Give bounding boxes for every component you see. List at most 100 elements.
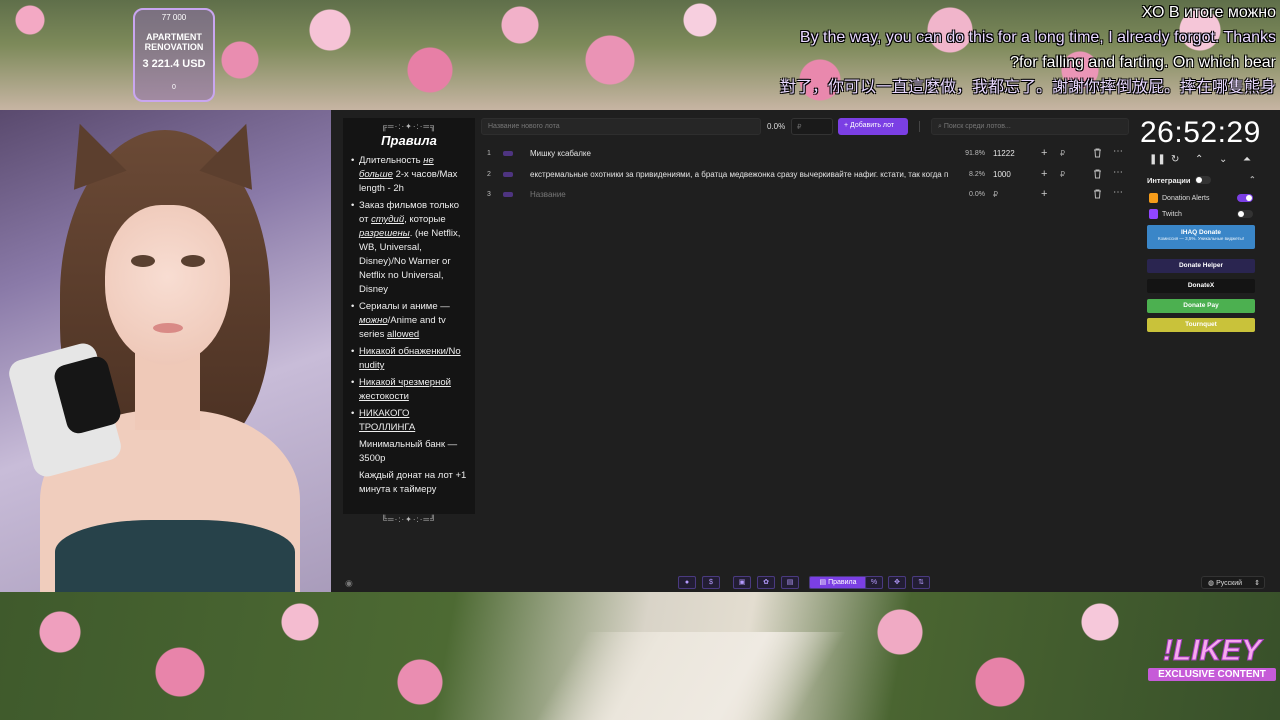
- donation-alerts-toggle[interactable]: [1237, 194, 1253, 202]
- lot-number: 1: [487, 150, 491, 157]
- double-chevron-up-icon[interactable]: ⏶: [1243, 154, 1251, 165]
- lips: [153, 323, 183, 333]
- rule-text: НИКАКОГО ТРОЛЛИНГА: [359, 408, 416, 433]
- chevron-down-icon[interactable]: ⌄: [1219, 154, 1227, 165]
- lot-amount[interactable]: 11222: [993, 149, 1033, 158]
- chevron-up-icon[interactable]: ⌃: [1249, 175, 1256, 184]
- lot-percent: 0.0%: [969, 191, 985, 198]
- search-placeholder: Поиск среди лотов...: [943, 123, 1011, 130]
- service-description: Комиссия — 3,5%. Уникальные виджеты!: [1157, 236, 1245, 241]
- rule-item: Никакой обнаженки/No nudity: [351, 345, 467, 373]
- rules-panel: ╔═·:·✦·:·═╗ Правила Длительность не боль…: [343, 118, 475, 524]
- rule-item: НИКАКОГО ТРОЛЛИНГА: [351, 407, 467, 435]
- lot-name[interactable]: Название: [530, 190, 956, 199]
- drag-handle-icon[interactable]: [503, 151, 513, 156]
- trash-icon[interactable]: [1093, 148, 1102, 158]
- flower-background-bottom: [0, 592, 1280, 720]
- rule-emphasis: можно: [359, 315, 388, 326]
- add-amount-icon[interactable]: +: [1041, 147, 1047, 159]
- new-lot-amount-input[interactable]: ₽: [791, 118, 833, 135]
- lot-percent: 8.2%: [969, 170, 985, 178]
- likey-watermark: !LIKEY EXCLUSIVE CONTENT: [1148, 635, 1276, 686]
- provider-twitch: Twitch: [1147, 209, 1257, 221]
- auction-timer: 26:52:29: [1140, 116, 1261, 149]
- trash-icon[interactable]: [1093, 189, 1102, 199]
- integrations-toggle[interactable]: [1195, 176, 1211, 184]
- more-options-icon[interactable]: ⋯: [1113, 187, 1123, 198]
- rule-text: Никакой чрезмерной жестокости: [359, 377, 451, 402]
- new-lot-percent: 0.0%: [767, 122, 786, 131]
- goal-target: 77 000: [161, 13, 187, 22]
- bottom-toolbar: ◉ ● $ ▣ ✿ ▤ ▤ Правила % ✥ ⇅ ◍ Русский ⇕: [331, 576, 1280, 590]
- donation-alerts-icon: [1149, 193, 1158, 203]
- rule-emphasis: разрешены: [359, 228, 410, 239]
- language-label: Русский: [1216, 580, 1243, 587]
- ihaq-donate-button[interactable]: IHAQ Donate Комиссия — 3,5%. Уникальные …: [1147, 225, 1255, 249]
- face: [105, 205, 230, 365]
- service-name: Donate Pay: [1183, 302, 1219, 309]
- divider: [919, 121, 920, 132]
- service-name: DonateX: [1187, 282, 1215, 289]
- wheel-icon[interactable]: ✿: [757, 576, 775, 589]
- rule-text: Сериалы и аниме —: [359, 301, 450, 312]
- tournquet-button[interactable]: Tournquet: [1147, 318, 1255, 332]
- add-amount-icon[interactable]: +: [1041, 188, 1047, 200]
- auction-app: ╔═·:·✦·:·═╗ Правила Длительность не боль…: [331, 110, 1280, 592]
- add-lot-button[interactable]: + Добавить лот: [838, 118, 908, 135]
- lot-currency: ₽: [1060, 149, 1066, 158]
- search-lots-input[interactable]: ⌕ Поиск среди лотов...: [931, 118, 1129, 135]
- donatex-button[interactable]: DonateX: [1147, 279, 1255, 293]
- lot-name[interactable]: екстремальные охотники за привидениями, …: [530, 170, 956, 179]
- rule-text: Каждый донат на лот +1 минута к таймеру: [359, 470, 467, 495]
- more-options-icon[interactable]: ⋯: [1113, 146, 1123, 157]
- github-icon[interactable]: ●: [678, 576, 696, 589]
- timer-controls: ❚❚ ↻ ⌃ ⌄ ⏶: [1147, 154, 1257, 168]
- lot-name[interactable]: Мишку ксабалке: [530, 149, 956, 158]
- new-lot-input[interactable]: Название нового лота: [481, 118, 761, 135]
- history-icon[interactable]: ▣: [733, 576, 751, 589]
- tab-rules[interactable]: ▤ Правила: [809, 576, 867, 589]
- rule-emphasis: allowed: [386, 329, 420, 340]
- rule-emphasis: студий: [371, 214, 405, 225]
- rules-decoration-bottom: ╚═·:·✦·:·═╝: [381, 515, 437, 524]
- rule-text: Никакой обнаженки/No nudity: [359, 346, 461, 371]
- stats-icon[interactable]: ▤: [781, 576, 799, 589]
- integrations-header: Интеграции ⌃: [1147, 175, 1256, 186]
- rule-item: Заказ фильмов только от студий, которые …: [351, 199, 467, 297]
- percent-icon[interactable]: %: [865, 576, 883, 589]
- goal-amount: 3 221.4 USD: [142, 58, 206, 70]
- reset-icon[interactable]: ↻: [1171, 154, 1179, 165]
- donate-pay-button[interactable]: Donate Pay: [1147, 299, 1255, 313]
- language-select[interactable]: ◍ Русский ⇕: [1201, 576, 1265, 589]
- chevron-updown-icon: ⇕: [1254, 580, 1260, 587]
- eye-right: [181, 255, 205, 267]
- provider-name: Twitch: [1162, 211, 1182, 218]
- pause-icon[interactable]: ❚❚: [1149, 154, 1166, 165]
- twitch-icon: [1149, 209, 1158, 219]
- webcam-feed: [0, 110, 331, 592]
- subtitle-line: By the way, you can do this for a long t…: [799, 29, 1276, 46]
- chevron-up-icon[interactable]: ⌃: [1195, 154, 1203, 165]
- lot-amount[interactable]: 1000: [993, 170, 1033, 179]
- add-lot-label: Добавить лот: [850, 122, 895, 129]
- more-options-icon[interactable]: ⋯: [1113, 167, 1123, 178]
- drag-handle-icon[interactable]: [503, 171, 513, 177]
- rule-item: Длительность не больше 2-х часов/Max len…: [351, 154, 467, 196]
- trash-icon[interactable]: [1093, 169, 1102, 179]
- lot-currency: ₽: [993, 190, 999, 199]
- donate-helper-button[interactable]: Donate Helper: [1147, 259, 1255, 273]
- lot-toolbar: Название нового лота 0.0% ₽ + Добавить л…: [481, 118, 1131, 136]
- goal-name: APARTMENT RENOVATION: [144, 32, 204, 52]
- subtitle-line: 對了，你可以一直這麼做，我都忘了。謝謝你摔倒放屁。摔在哪隻熊身: [779, 79, 1276, 96]
- move-icon[interactable]: ✥: [888, 576, 906, 589]
- lot-number: 3: [487, 191, 491, 198]
- twitch-toggle[interactable]: [1237, 210, 1253, 218]
- tank-top: [55, 520, 295, 592]
- lot-percent: 91.8%: [965, 150, 985, 157]
- drag-handle-icon[interactable]: [503, 192, 513, 197]
- dollar-icon[interactable]: $: [702, 576, 720, 589]
- eye-icon[interactable]: ◉: [345, 578, 353, 589]
- add-amount-icon[interactable]: +: [1041, 168, 1047, 180]
- sort-icon[interactable]: ⇅: [912, 576, 930, 589]
- subtitle-line: ХО В итоге можно: [1141, 4, 1276, 21]
